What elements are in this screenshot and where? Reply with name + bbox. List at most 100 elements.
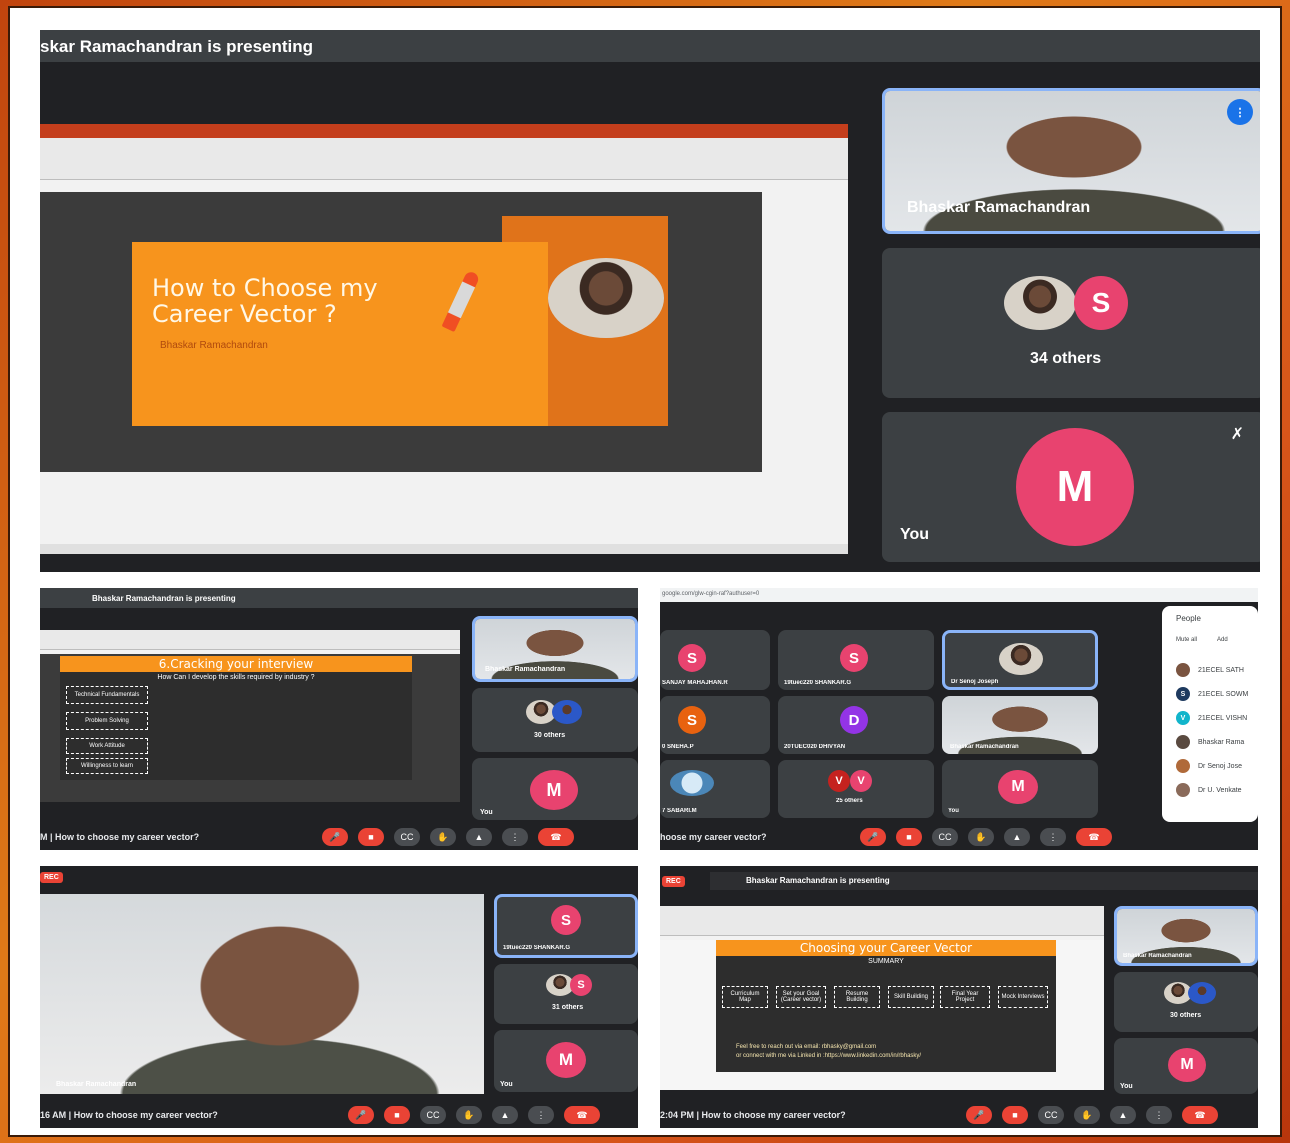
tile-shankar[interactable]: S 19tuec220 SHANKAR.G [494,894,638,958]
participant-avatar [1176,783,1190,797]
slide-5-step-5: Final Year Project [940,986,990,1008]
end-call-icon[interactable]: ☎ [564,1106,600,1124]
more-options-icon[interactable]: ⋮ [528,1106,554,1124]
others-tile-5[interactable]: 30 others [1114,972,1258,1032]
people-row[interactable]: 21ECEL SATH [1176,663,1258,677]
slide-5-contact-1: Feel free to reach out via email: rbhask… [736,1044,877,1050]
grid-tile-6[interactable]: Bhaskar Ramachandran [942,696,1098,754]
people-row[interactable]: Dr Senoj Jose [1176,759,1258,773]
people-row[interactable]: Dr U. Venkate [1176,783,1258,797]
ppt-status-bar [40,544,848,554]
recording-badge: REC [40,872,63,883]
grid-tile-2[interactable]: S 19tuec220 SHANKAR.G [778,630,934,690]
controls-bar-3: 🎤 ■ CC ✋ ▲ ⋮ ☎ [860,828,1112,846]
presenter-tile-5[interactable]: Bhaskar Ramachandran [1114,906,1258,966]
grid-photo-3 [999,643,1043,675]
slide-title-card: How to Choose my Career Vector ? Bhaskar… [132,242,548,426]
mute-all-button[interactable]: Mute all [1176,637,1197,643]
people-row[interactable]: V 21ECEL VISHN [1176,711,1258,725]
grid-tile-1[interactable]: S SANJAY MAHAJHAN.R [660,630,770,690]
others-avatar-4: S [570,974,592,996]
present-icon[interactable]: ▲ [466,828,492,846]
browser-url-bar: google.com/glw-cgin-raf?authuser=0 [660,588,1258,602]
ppt-canvas-5: Choosing your Career Vector SUMMARY Curr… [660,940,1104,1090]
add-people-button[interactable]: Add [1217,637,1228,643]
others-tile-4[interactable]: S 31 others [494,964,638,1024]
main-meet-screenshot: skar Ramachandran is presenting How to C… [40,30,1260,572]
mic-off-icon[interactable]: 🎤 [860,828,886,846]
people-panel-title: People [1176,614,1201,623]
controls-bar-5: 🎤 ■ CC ✋ ▲ ⋮ ☎ [966,1106,1218,1124]
captions-icon[interactable]: CC [1038,1106,1064,1124]
others-tile-2[interactable]: 30 others [472,688,638,752]
recording-badge-5: REC [662,876,685,887]
browser-url: google.com/glw-cgin-raf?authuser=0 [662,591,760,597]
speaker-main-video[interactable]: Bhaskar Ramachandran [40,894,484,1094]
ppt-title-bar [40,124,848,138]
people-row[interactable]: Bhaskar Rama [1176,735,1258,749]
grid-avatar-8b: V [850,770,872,792]
camera-off-icon[interactable]: ■ [358,828,384,846]
captions-icon[interactable]: CC [932,828,958,846]
participant-avatar: S [1176,687,1190,701]
self-avatar-2: M [530,770,578,810]
end-call-icon[interactable]: ☎ [1182,1106,1218,1124]
meeting-footer-2: M | How to choose my career vector? [40,832,200,842]
raise-hand-icon[interactable]: ✋ [456,1106,482,1124]
more-options-icon[interactable]: ⋮ [1146,1106,1172,1124]
presenting-banner-2-text: Bhaskar Ramachandran is presenting [92,594,236,603]
slide-5-step-6: Mock Interviews [998,986,1048,1008]
grid-tile-9[interactable]: M You [942,760,1098,818]
more-options-icon[interactable]: ⋮ [502,828,528,846]
mic-off-icon[interactable]: 🎤 [322,828,348,846]
self-label: You [900,526,930,543]
present-icon[interactable]: ▲ [492,1106,518,1124]
end-call-icon[interactable]: ☎ [1076,828,1112,846]
captions-icon[interactable]: CC [394,828,420,846]
captions-icon[interactable]: CC [420,1106,446,1124]
grid-name-9: You [948,808,959,814]
grid-tile-3[interactable]: Dr Senoj Joseph [942,630,1098,690]
meeting-footer-4: 16 AM | How to choose my career vector? [40,1110,218,1120]
grid-tile-8[interactable]: V V 25 others [778,760,934,818]
more-options-icon[interactable]: ⋮ [1040,828,1066,846]
self-tile-4[interactable]: M You [494,1030,638,1092]
people-row[interactable]: S 21ECEL SOWM [1176,687,1258,701]
raise-hand-icon[interactable]: ✋ [1074,1106,1100,1124]
grid-tile-7[interactable]: 7 SABARI.M [660,760,770,818]
others-tile[interactable]: S 34 others [882,248,1260,398]
speaker-photo-circle [548,258,664,338]
mic-off-icon[interactable]: 🎤 [348,1106,374,1124]
camera-off-icon[interactable]: ■ [896,828,922,846]
presenter-tile-2[interactable]: Bhaskar Ramachandran [472,616,638,682]
self-tile-5[interactable]: M You [1114,1038,1258,1094]
powerpoint-window-2: 6.Cracking your interview How Can I deve… [40,630,460,802]
participant-avatar [1176,663,1190,677]
raise-hand-icon[interactable]: ✋ [968,828,994,846]
participant-photo [1004,276,1076,330]
people-actions: Mute all Add [1176,637,1258,643]
self-label-5: You [1120,1083,1133,1090]
self-tile[interactable]: M ✗ You [882,412,1260,562]
grid-tile-4[interactable]: S 0 SNEHA.P [660,696,770,754]
grid-tile-5[interactable]: D 20TUEC020 DHIVYAN [778,696,934,754]
self-avatar: M [1016,428,1134,546]
people-panel[interactable]: People Mute all Add 21ECEL SATH S 21ECEL … [1162,606,1258,822]
grid-name-2: 19tuec220 SHANKAR.G [784,680,852,686]
camera-off-icon[interactable]: ■ [384,1106,410,1124]
participant-name: 21ECEL SOWM [1198,690,1249,698]
present-icon[interactable]: ▲ [1110,1106,1136,1124]
participant-photo-5b [1188,982,1216,1004]
raise-hand-icon[interactable]: ✋ [430,828,456,846]
end-call-icon[interactable]: ☎ [538,828,574,846]
present-icon[interactable]: ▲ [1004,828,1030,846]
presenter-tile[interactable]: ⋮ Bhaskar Ramachandran [882,88,1260,234]
self-tile-2[interactable]: M You [472,758,638,820]
slide-5-step-1: Curriculum Map [722,986,768,1008]
mic-off-icon[interactable]: 🎤 [966,1106,992,1124]
meeting-footer-3: hoose my career vector? [660,832,767,842]
camera-off-icon[interactable]: ■ [1002,1106,1028,1124]
slide-5-subtitle: SUMMARY [868,958,904,965]
mic-off-icon: ✗ [1230,426,1244,443]
participant-name: Dr Senoj Jose [1198,762,1242,770]
